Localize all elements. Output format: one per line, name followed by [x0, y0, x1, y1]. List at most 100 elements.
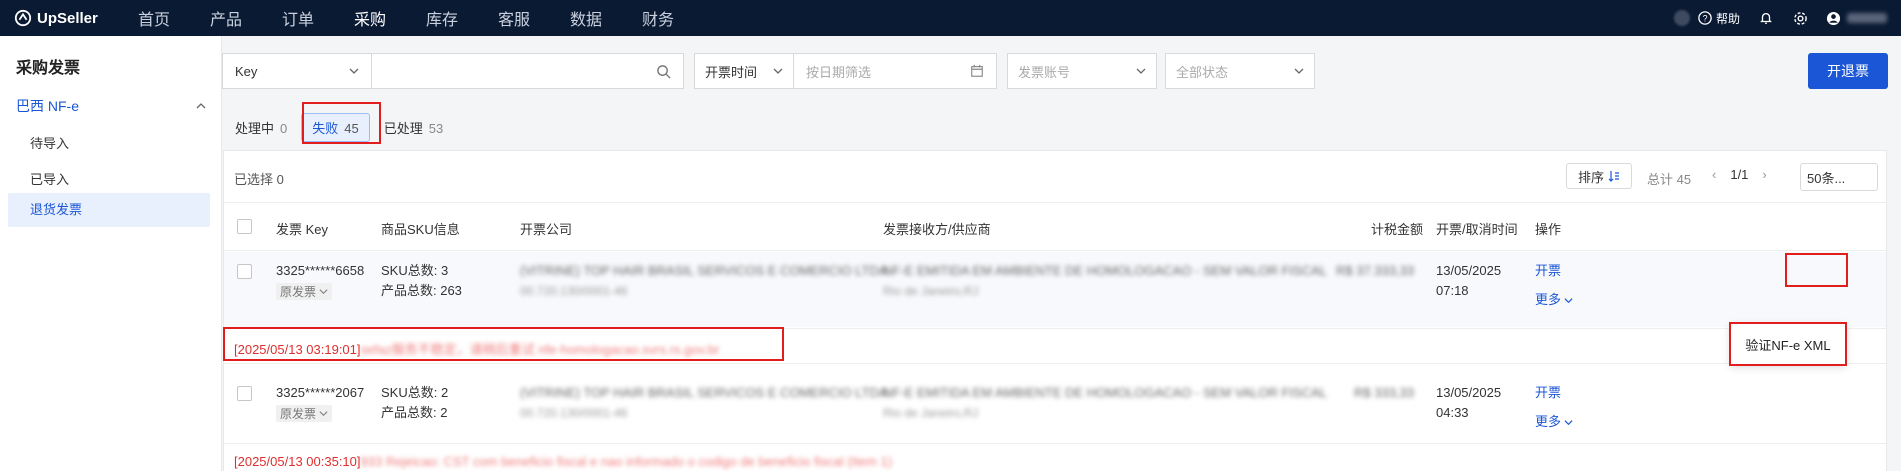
- top-nav: UpSeller 首页 产品 订单 采购 库存 客服 数据 财务 ? 帮助: [0, 0, 1901, 36]
- product-total: 产品总数: 2: [381, 405, 448, 420]
- sort-button[interactable]: 排序: [1566, 163, 1632, 189]
- sort-icon: [1608, 171, 1619, 182]
- issue-invoice-button[interactable]: 开票: [1535, 261, 1573, 281]
- tab-failed[interactable]: 失败 45: [301, 113, 370, 142]
- invoice-key: 3325******6658: [276, 263, 365, 278]
- col-invoice-key: 发票 Key: [276, 222, 329, 237]
- menu-item-purchase[interactable]: 采购: [346, 6, 418, 30]
- row-checkbox[interactable]: [237, 386, 252, 401]
- invoice-table: 已选择 0 排序 总计 45 ‹ 1/1 › 50条... 发票 Key 商品S…: [223, 150, 1887, 471]
- row-checkbox[interactable]: [237, 264, 252, 279]
- more-actions-popover: 验证NF-e XML: [1730, 323, 1846, 365]
- upseller-logo-icon: [14, 9, 32, 27]
- date-placeholder: 按日期筛选: [806, 64, 872, 80]
- search-icon[interactable]: [656, 64, 671, 79]
- svg-text:?: ?: [1703, 14, 1708, 24]
- issue-time-cell: 13/05/2025 07:18: [1436, 261, 1501, 301]
- col-issue-cancel-time: 开票/取消时间: [1436, 222, 1518, 237]
- chevron-down-icon: [1136, 68, 1146, 74]
- tab-count: 53: [428, 121, 444, 136]
- page-size-value: 50条...: [1807, 170, 1846, 186]
- invoice-key-cell: 3325******2067 原发票: [276, 383, 364, 424]
- tab-label: 处理中: [235, 121, 275, 136]
- col-sku-info: 商品SKU信息: [381, 222, 460, 237]
- pagination: ‹ 1/1 ›: [1712, 167, 1767, 182]
- chevron-down-icon: [1564, 297, 1573, 303]
- app-logo[interactable]: UpSeller: [0, 9, 130, 27]
- error-message-row: [2025/05/13 00:35:10]933 Rejeicao: CST c…: [224, 443, 1886, 471]
- actions-cell: 开票 更多: [1535, 261, 1573, 310]
- sort-label: 排序: [1577, 169, 1604, 185]
- sku-total: SKU总数: 2: [381, 385, 449, 400]
- bell-icon[interactable]: [1758, 10, 1774, 26]
- menu-item-orders[interactable]: 订单: [274, 6, 346, 30]
- more-actions-button[interactable]: 更多: [1535, 412, 1573, 432]
- tab-processed[interactable]: 已处理 53: [384, 118, 443, 137]
- page-size-select[interactable]: 50条...: [1800, 163, 1878, 191]
- select-all-checkbox[interactable]: [237, 219, 252, 234]
- status-tabs: 处理中 0 失败 45 已处理 53: [235, 113, 457, 142]
- gear-icon[interactable]: [1792, 10, 1808, 26]
- sidebar-item-return-invoices[interactable]: 退货发票: [8, 193, 210, 227]
- user-icon: [1826, 11, 1841, 25]
- menu-item-products[interactable]: 产品: [202, 6, 274, 30]
- original-invoice-tag[interactable]: 原发票: [276, 405, 333, 422]
- receiver-name: NF-E EMITIDA EM AMBIENTE DE HOMOLOGACAO …: [883, 385, 1327, 400]
- more-label: 更多: [1535, 414, 1562, 429]
- product-total: 产品总数: 263: [381, 283, 462, 298]
- receiver-name: NF-E EMITIDA EM AMBIENTE DE HOMOLOGACAO …: [883, 263, 1327, 278]
- key-search-input[interactable]: [371, 53, 684, 89]
- invoice-account-select[interactable]: 发票账号: [1007, 53, 1157, 89]
- receiver-location: Rio de Janeiro,RJ: [883, 284, 979, 298]
- sidebar-item-imported[interactable]: 已导入: [30, 169, 69, 188]
- error-detail: sefaz服务不稳定，请稍后重试 nfe-homologacao.svrs.rs…: [360, 342, 720, 357]
- sku-total: SKU总数: 3: [381, 263, 449, 278]
- chevron-down-icon: [319, 411, 328, 417]
- tag-label: 原发票: [280, 406, 317, 421]
- user-name-blurred: [1847, 13, 1887, 23]
- tag-label: 原发票: [280, 284, 317, 299]
- issue-invoice-button[interactable]: 开票: [1535, 383, 1573, 403]
- sidebar-item-pending-import[interactable]: 待导入: [30, 133, 69, 152]
- date-type-select[interactable]: 开票时间: [694, 53, 794, 89]
- main-menu: 首页 产品 订单 采购 库存 客服 数据 财务: [130, 0, 706, 36]
- issue-time: 07:18: [1436, 283, 1469, 298]
- col-actions: 操作: [1535, 222, 1562, 237]
- menu-item-home[interactable]: 首页: [130, 6, 202, 30]
- sidebar-title: 采购发票: [16, 60, 81, 77]
- receiver-location: Rio de Janeiro,RJ: [883, 406, 979, 420]
- prev-page-icon[interactable]: ‹: [1712, 167, 1716, 182]
- original-invoice-tag[interactable]: 原发票: [276, 283, 333, 300]
- sku-info-cell: SKU总数: 2 产品总数: 2: [381, 383, 448, 423]
- tab-processing[interactable]: 处理中 0: [235, 118, 287, 137]
- tax-amount: R$ 37.333,33: [1336, 263, 1415, 278]
- menu-item-inventory[interactable]: 库存: [418, 6, 490, 30]
- issuer-company-cnpj: 00.720.130/0001-46: [520, 284, 628, 298]
- date-range-picker[interactable]: 按日期筛选: [793, 53, 997, 89]
- tax-amount: R$ 333,33: [1354, 385, 1414, 400]
- verify-nfe-xml-option[interactable]: 验证NF-e XML: [1745, 335, 1830, 354]
- actions-cell: 开票 更多: [1535, 383, 1573, 432]
- help-button[interactable]: ? 帮助: [1698, 10, 1740, 27]
- chevron-down-icon: [349, 68, 359, 74]
- status-select[interactable]: 全部状态: [1165, 53, 1315, 89]
- key-type-value: Key: [235, 63, 258, 79]
- calendar-icon: [971, 64, 983, 77]
- more-actions-button[interactable]: 更多: [1535, 290, 1573, 310]
- menu-item-service[interactable]: 客服: [490, 6, 562, 30]
- issuer-company-cell: (VITRINE) TOP HAIR BRASIL SERVICOS E COM…: [520, 383, 887, 423]
- sidebar-group-brazil-nfe[interactable]: 巴西 NF-e: [16, 96, 206, 116]
- tab-count: 0: [280, 121, 288, 136]
- user-menu[interactable]: [1826, 11, 1887, 26]
- chevron-down-icon: [319, 289, 328, 295]
- issuer-company-name: (VITRINE) TOP HAIR BRASIL SERVICOS E COM…: [520, 385, 888, 400]
- menu-item-data[interactable]: 数据: [562, 6, 634, 30]
- table-header: 发票 Key 商品SKU信息 开票公司 发票接收方/供应商 计税金额 开票/取消…: [224, 203, 1886, 251]
- receiver-cell: NF-E EMITIDA EM AMBIENTE DE HOMOLOGACAO …: [883, 261, 1327, 301]
- create-return-invoice-button[interactable]: 开退票: [1808, 53, 1888, 89]
- menu-item-finance[interactable]: 财务: [634, 6, 706, 30]
- next-page-icon[interactable]: ›: [1762, 167, 1766, 182]
- issue-date: 13/05/2025: [1436, 263, 1502, 278]
- key-type-select[interactable]: Key: [222, 53, 372, 89]
- store-avatar[interactable]: [1673, 10, 1690, 26]
